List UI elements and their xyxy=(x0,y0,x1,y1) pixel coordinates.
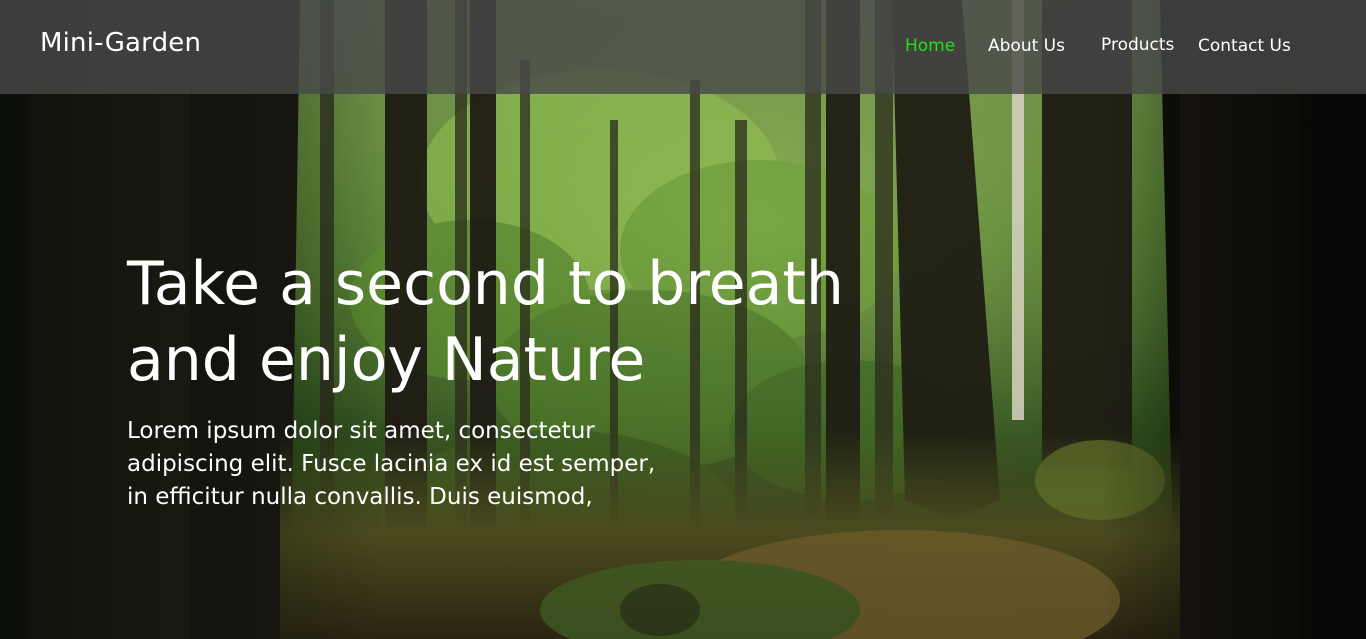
brand-logo-text[interactable]: Mini-Garden xyxy=(40,28,201,58)
nav-products-link[interactable]: Products xyxy=(1101,35,1174,55)
hero-description-line-1: Lorem ipsum dolor sit amet, consectetur xyxy=(127,418,595,444)
hero-headline-line-2: and enjoy Nature xyxy=(127,325,646,395)
hero-description-line-2: adipiscing elit. Fusce lacinia ex id est… xyxy=(127,451,656,477)
hero-description-line-3: in efficitur nulla convallis. Duis euism… xyxy=(127,484,593,510)
hero-section: Mini-Garden Home About Us Products Conta… xyxy=(0,0,1366,639)
nav-home-link[interactable]: Home xyxy=(905,36,955,56)
hero-description: Lorem ipsum dolor sit amet, consectetur … xyxy=(127,415,747,514)
nav-about-us-link[interactable]: About Us xyxy=(988,36,1065,56)
top-navbar: Mini-Garden Home About Us Products Conta… xyxy=(0,0,1366,94)
hero-headline-line-1: Take a second to breath xyxy=(127,249,844,319)
nav-contact-us-link[interactable]: Contact Us xyxy=(1198,36,1291,56)
hero-headline: Take a second to breath and enjoy Nature xyxy=(127,246,887,398)
